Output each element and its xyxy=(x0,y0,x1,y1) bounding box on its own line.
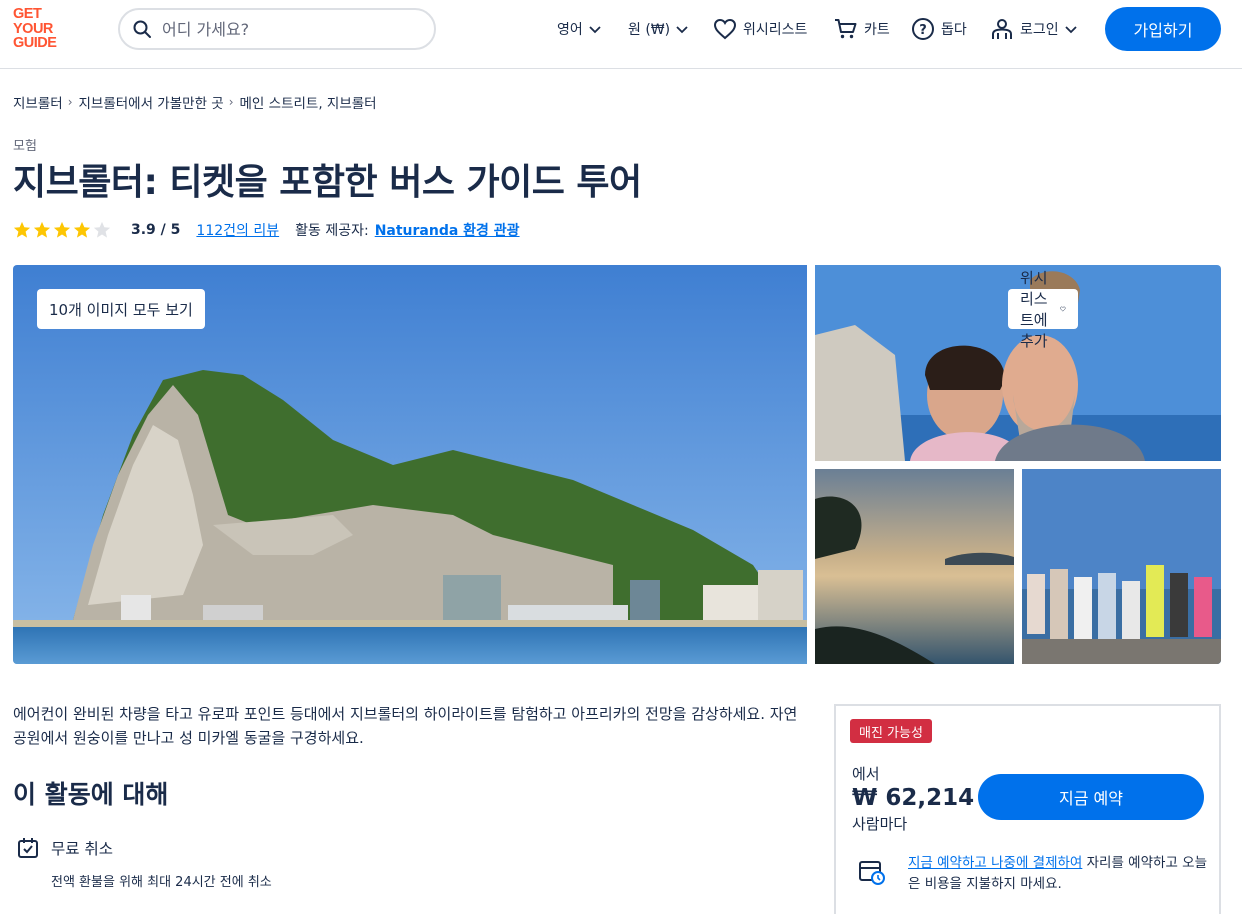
rating-row: 3.9 / 5 112건의 리뷰 활동 제공자: Naturanda 환경 관광 xyxy=(13,219,520,241)
reviews-link[interactable]: 112건의 리뷰 xyxy=(196,220,279,240)
free-cancellation-subtitle: 전액 환불을 위해 최대 24시간 전에 취소 xyxy=(51,875,272,890)
breadcrumb-item[interactable]: 지브롤터에서 가볼만한 곳 xyxy=(79,92,224,112)
star-empty-icon xyxy=(93,221,111,238)
activity-category: 모험 xyxy=(13,139,37,154)
price-value: ₩ 62,214 xyxy=(852,785,975,811)
search-box[interactable] xyxy=(118,8,436,50)
logo-line-1: GET xyxy=(13,6,42,22)
cart-icon xyxy=(835,19,857,39)
about-heading: 이 활동에 대해 xyxy=(13,780,169,809)
rating-value: 3.9 / 5 xyxy=(131,222,181,238)
cart-link[interactable]: 카트 xyxy=(834,16,890,42)
chevron-right-icon: › xyxy=(228,95,234,109)
main-photo-gibraltar-rock[interactable]: 10개 이미지 모두 보기 xyxy=(13,265,807,664)
logo-line-3: GUIDE xyxy=(13,35,57,51)
star-icon xyxy=(53,221,71,238)
chevron-down-icon xyxy=(589,26,601,34)
activity-description: 에어컨이 완비된 차량을 타고 유로파 포인트 등대에서 지브롤터의 하이라이트… xyxy=(13,705,798,747)
pay-later-link[interactable]: 지금 예약하고 나중에 결제하여 xyxy=(908,855,1082,871)
signup-button[interactable]: 가입하기 xyxy=(1105,7,1221,51)
getyourguide-logo[interactable]: GET YOUR GUIDE xyxy=(13,7,73,53)
likely-to-sell-out-badge: 매진 가능성 xyxy=(850,719,932,743)
provider-link[interactable]: Naturanda 환경 관광 xyxy=(375,220,520,240)
user-icon xyxy=(992,19,1012,39)
free-cancellation-title: 무료 취소 xyxy=(51,840,113,858)
chevron-down-icon xyxy=(676,26,688,34)
star-icon xyxy=(73,221,91,238)
page-title: 지브롤터: 티켓을 포함한 버스 가이드 투어 xyxy=(13,162,642,203)
language-selector[interactable]: 영어 xyxy=(557,16,602,42)
view-all-images-button[interactable]: 10개 이미지 모두 보기 xyxy=(37,289,205,329)
photo-tour-group[interactable] xyxy=(1022,469,1221,664)
site-header: GET YOUR GUIDE 영어 원 (₩) 위시리스트 카트 ? 돕다 로그… xyxy=(0,0,1242,69)
help-label: 돕다 xyxy=(941,22,967,38)
currency-selector[interactable]: 원 (₩) xyxy=(628,16,689,42)
breadcrumb-item[interactable]: 지브롤터 xyxy=(13,92,63,112)
calendar-check-icon xyxy=(18,838,38,858)
login-menu[interactable]: 로그인 xyxy=(990,16,1078,42)
heart-icon xyxy=(713,18,737,40)
heart-icon xyxy=(1060,306,1066,312)
chevron-down-icon xyxy=(1065,26,1077,34)
add-to-wishlist-button[interactable]: 위시리스트에 추가 xyxy=(1008,269,1078,350)
breadcrumb-item[interactable]: 메인 스트리트, 지브롤터 xyxy=(240,92,377,112)
login-label: 로그인 xyxy=(1020,22,1059,38)
pay-later-info: 지금 예약하고 나중에 결제하여 자리를 예약하고 오늘은 비용을 지불하지 마… xyxy=(908,853,1213,895)
chevron-right-icon: › xyxy=(67,95,73,109)
price-from-label: 에서 xyxy=(852,765,880,783)
cart-label: 카트 xyxy=(864,22,890,38)
book-now-button[interactable]: 지금 예약 xyxy=(978,774,1204,820)
search-icon xyxy=(132,19,152,39)
add-to-wishlist-label: 위시리스트에 추가 xyxy=(1020,269,1048,350)
breadcrumb: 지브롤터 › 지브롤터에서 가볼만한 곳 › 메인 스트리트, 지브롤터 xyxy=(13,92,377,112)
star-icon xyxy=(13,221,31,238)
svg-text:?: ? xyxy=(919,23,927,38)
help-icon: ? xyxy=(912,18,934,40)
search-input[interactable] xyxy=(162,19,402,39)
photo-sunset-sea[interactable] xyxy=(815,469,1014,664)
wishlist-label: 위시리스트 xyxy=(743,22,808,38)
currency-label: 원 (₩) xyxy=(628,22,671,38)
logo-line-2: YOUR xyxy=(13,20,53,37)
help-link[interactable]: ? 돕다 xyxy=(911,16,967,42)
calendar-clock-icon xyxy=(859,861,885,885)
star-rating xyxy=(13,221,113,239)
language-label: 영어 xyxy=(557,22,583,38)
booking-card: 매진 가능성 에서 ₩ 62,214 사람마다 지금 예약 지금 예약하고 나중… xyxy=(834,704,1221,914)
wishlist-link[interactable]: 위시리스트 xyxy=(713,16,807,42)
star-icon xyxy=(33,221,51,238)
provider-label: 활동 제공자: xyxy=(295,223,369,239)
per-person-label: 사람마다 xyxy=(852,815,908,833)
